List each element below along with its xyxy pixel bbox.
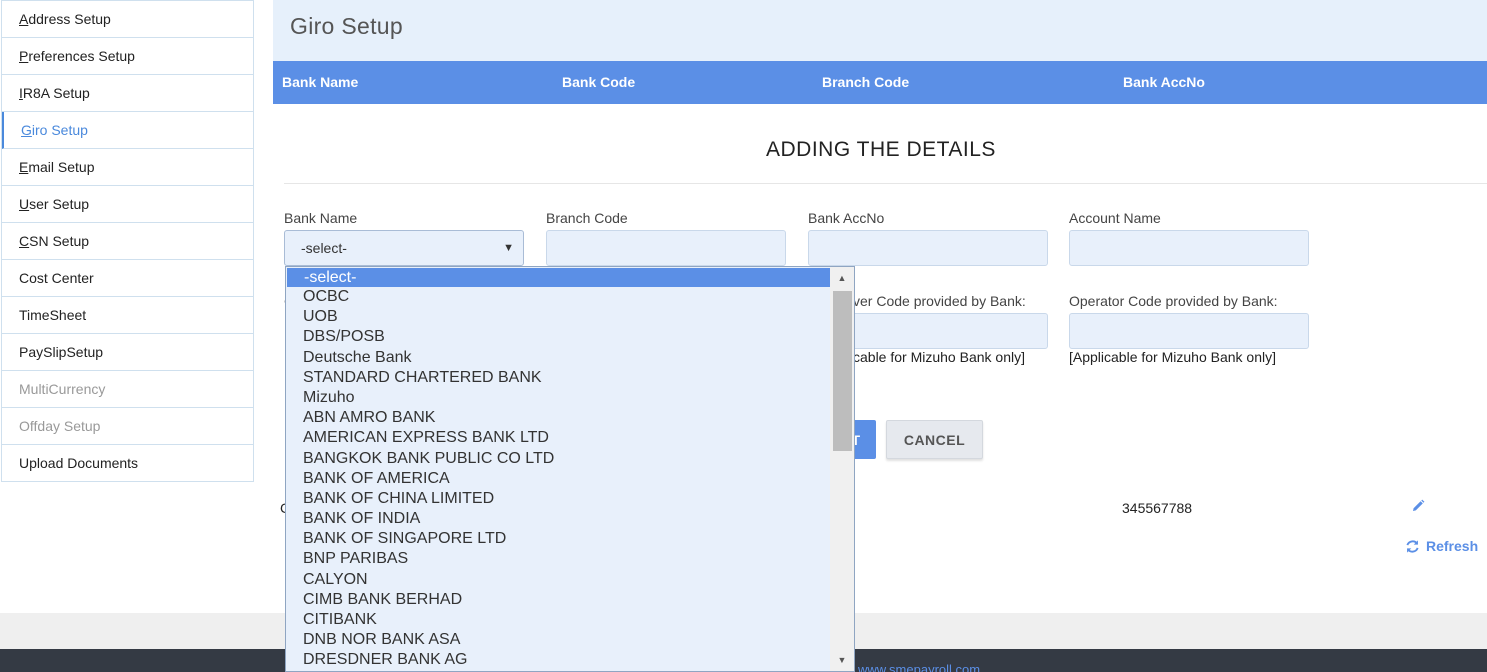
dropdown-scrollbar[interactable]: ▲ ▼ <box>830 267 854 671</box>
dropdown-option[interactable]: OCBC <box>286 287 830 307</box>
bank-name-label: Bank Name <box>284 210 358 226</box>
section-title: ADDING THE DETAILS <box>766 138 996 161</box>
account-name-field[interactable] <box>1069 230 1309 266</box>
receiver-note: cable for Mizuho Bank only] <box>853 349 1025 365</box>
sidebar-item-label: mail Setup <box>28 159 95 175</box>
operator-note: [Applicable for Mizuho Bank only] <box>1069 349 1276 365</box>
sidebar-item-label: Cost Center <box>19 270 94 286</box>
sidebar: Address Setup Preferences Setup I R8A Setup… <box>1 0 254 482</box>
sidebar-item-label: ser Setup <box>29 196 90 212</box>
divider <box>284 183 1487 184</box>
sidebar-item: MultiCurrency <box>2 371 253 408</box>
edit-icon[interactable] <box>1411 499 1425 513</box>
sidebar-item[interactable]: I R8A Setup <box>2 75 253 112</box>
dropdown-option[interactable]: CALYON <box>286 570 830 590</box>
sidebar-item[interactable]: Upload Documents <box>2 445 253 482</box>
dropdown-option[interactable]: CIMB BANK BERHAD <box>286 590 830 610</box>
bank-accno-field[interactable] <box>808 230 1048 266</box>
sidebar-item[interactable]: TimeSheet <box>2 297 253 334</box>
sidebar-item[interactable]: Address Setup <box>2 1 253 38</box>
sidebar-item-label: references Setup <box>28 48 135 64</box>
branch-code-field[interactable] <box>546 230 786 266</box>
sidebar-item[interactable]: Giro Setup <box>2 112 253 149</box>
dropdown-option[interactable]: BNP PARIBAS <box>286 549 830 569</box>
dropdown-option[interactable]: AMERICAN EXPRESS BANK LTD <box>286 428 830 448</box>
page-title: Giro Setup <box>290 13 403 39</box>
sidebar-item[interactable]: Preferences Setup <box>2 38 253 75</box>
col-bank-name: Bank Name <box>282 74 359 90</box>
sidebar-item[interactable]: C SN Setup <box>2 223 253 260</box>
sidebar-item-accesskey: C <box>19 233 30 249</box>
refresh-icon <box>1406 539 1419 553</box>
sidebar-item-label: Offday Setup <box>19 418 101 434</box>
footer-link[interactable]: www.smepayroll.com <box>858 662 980 672</box>
scroll-thumb[interactable] <box>833 291 852 451</box>
dropdown-option[interactable]: ABN AMRO BANK <box>286 408 830 428</box>
title-bar: Giro Setup <box>273 0 1487 61</box>
dropdown-option[interactable]: DRESDNER BANK AG <box>286 650 830 670</box>
bank-name-select[interactable]: -select- ▼ <box>284 230 524 266</box>
scroll-down-icon[interactable]: ▼ <box>830 649 854 671</box>
dropdown-option[interactable]: BANGKOK BANK PUBLIC CO LTD <box>286 449 830 469</box>
dropdown-option[interactable]: Deutsche Bank <box>286 348 830 368</box>
bank-name-dropdown[interactable]: -select- OCBC UOB DBS/POSB Deutsche Bank STAN… <box>285 266 855 672</box>
sidebar-item-label: ddress Setup <box>28 11 111 27</box>
sidebar-item[interactable]: Email Setup <box>2 149 253 186</box>
branch-code-label: Branch Code <box>546 210 628 226</box>
sidebar-item-label: PaySlipSetup <box>19 344 104 360</box>
sidebar-item[interactable]: Cost Center <box>2 260 253 297</box>
row-bank-accno: 345567788 <box>1122 500 1193 516</box>
cancel-button[interactable]: CANCEL <box>886 420 983 459</box>
sidebar-item-label: Upload Documents <box>19 455 139 471</box>
bank-accno-label: Bank AccNo <box>808 210 885 226</box>
sidebar-item-label: R8A Setup <box>22 85 90 101</box>
dropdown-option[interactable]: BANK OF CHINA LIMITED <box>286 489 830 509</box>
operator-code-label: Operator Code provided by Bank: <box>1069 293 1278 309</box>
dropdown-option[interactable]: BANK OF INDIA <box>286 509 830 529</box>
table-header: Bank Name Bank Code Branch Code Bank Acc… <box>273 61 1487 104</box>
dropdown-option[interactable]: -select- <box>287 268 830 287</box>
bank-select-value: -select- <box>301 240 347 256</box>
sidebar-item-accesskey: A <box>19 11 29 27</box>
refresh-label: Refresh <box>1426 538 1479 554</box>
dropdown-option[interactable]: BANK OF SINGAPORE LTD <box>286 529 830 549</box>
sidebar-item-accesskey: G <box>21 122 32 138</box>
dropdown-option[interactable]: STANDARD CHARTERED BANK <box>286 368 830 388</box>
col-bank-accno: Bank AccNo <box>1123 74 1205 90</box>
sidebar-item-label: MultiCurrency <box>19 381 106 397</box>
sidebar-item-accesskey: E <box>19 159 29 175</box>
dropdown-option[interactable]: UOB <box>286 307 830 327</box>
col-branch-code: Branch Code <box>822 74 910 90</box>
sidebar-item[interactable]: PaySlipSetup <box>2 334 253 371</box>
scroll-up-icon[interactable]: ▲ <box>830 267 854 289</box>
select-arrow-icon: ▼ <box>503 242 514 254</box>
col-bank-code: Bank Code <box>562 74 636 90</box>
sidebar-item-label: iro Setup <box>31 122 88 138</box>
dropdown-options: -select- OCBC UOB DBS/POSB Deutsche Bank STAN… <box>286 267 830 671</box>
sidebar-item[interactable]: User Setup <box>2 186 253 223</box>
sidebar-item: Offday Setup <box>2 408 253 445</box>
receiver-code-label: ver Code provided by Bank: <box>853 293 1026 309</box>
sidebar-item-accesskey: U <box>19 196 30 212</box>
dropdown-option[interactable]: DNB NOR BANK ASA <box>286 630 830 650</box>
operator-code-field[interactable] <box>1069 313 1309 349</box>
dropdown-option[interactable]: DBS/POSB <box>286 327 830 347</box>
account-name-label: Account Name <box>1069 210 1161 226</box>
refresh-button[interactable]: Refresh <box>1405 538 1478 554</box>
dropdown-option[interactable]: CITIBANK <box>286 610 830 630</box>
sidebar-item-label: TimeSheet <box>19 307 87 323</box>
dropdown-option[interactable]: BANK OF AMERICA <box>286 469 830 489</box>
sidebar-item-label: SN Setup <box>29 233 90 249</box>
dropdown-option[interactable]: Mizuho <box>286 388 830 408</box>
sidebar-item-accesskey: P <box>19 48 29 64</box>
